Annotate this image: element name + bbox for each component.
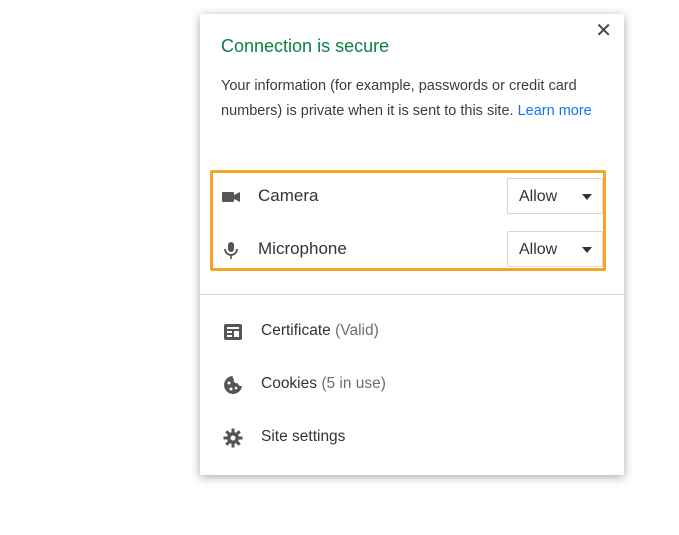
- microphone-icon: [224, 242, 238, 259]
- connection-secure-title: Connection is secure: [221, 36, 390, 56]
- learn-more-link[interactable]: Learn more: [518, 103, 592, 119]
- cookies-label: Cookies: [261, 375, 317, 392]
- certificate-icon: [224, 324, 242, 340]
- permission-label-camera: Camera: [258, 186, 319, 205]
- cookies-link[interactable]: Cookies (5 in use): [222, 371, 602, 401]
- cookies-count: (5 in use): [321, 375, 386, 392]
- certificate-link[interactable]: Certificate (Valid): [222, 318, 602, 348]
- site-settings-label: Site settings: [261, 428, 346, 445]
- brand-text: Yea: [138, 36, 210, 85]
- certificate-status: (Valid): [335, 322, 379, 339]
- certificate-label: Certificate: [261, 322, 331, 339]
- chevron-down-icon: [582, 247, 592, 253]
- permission-row-microphone: Microphone Allow: [220, 231, 605, 271]
- welcome-heading: Welco: [62, 160, 184, 209]
- permission-row-camera: Camera Allow: [220, 178, 605, 218]
- camera-permission-select[interactable]: Allow: [507, 178, 603, 214]
- site-info-popup: ✕ Connection is secure Your information …: [200, 14, 624, 475]
- chevron-down-icon: [582, 194, 592, 200]
- close-icon[interactable]: ✕: [595, 20, 612, 40]
- yealink-logo: [86, 32, 134, 81]
- divider: [200, 294, 624, 295]
- gear-icon: [223, 428, 243, 448]
- camera-icon: [222, 192, 240, 202]
- microphone-permission-select[interactable]: Allow: [507, 231, 603, 267]
- camera-permission-value: Allow: [519, 188, 558, 205]
- site-settings-link[interactable]: Site settings: [222, 424, 602, 454]
- security-description: Your information (for example, passwords…: [221, 74, 601, 124]
- cookies-icon: [224, 376, 242, 394]
- microphone-permission-value: Allow: [519, 241, 558, 258]
- permission-label-microphone: Microphone: [258, 239, 347, 258]
